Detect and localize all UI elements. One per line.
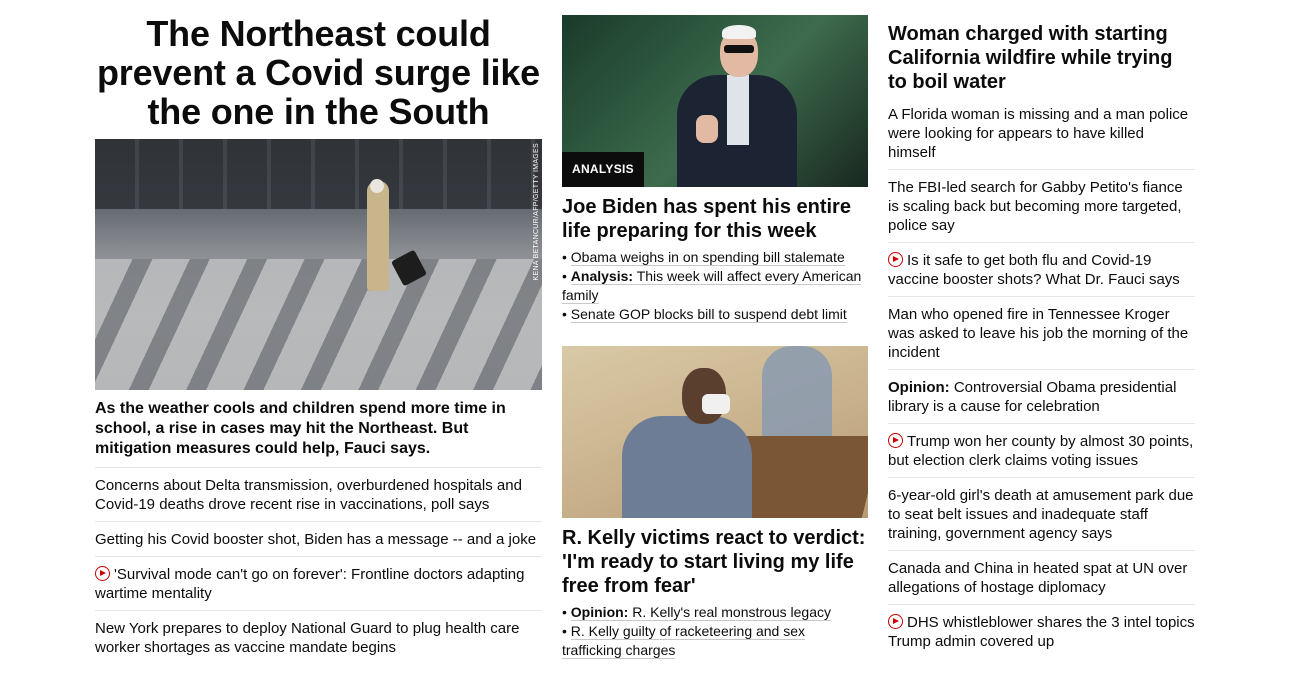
sketch-figure-body bbox=[622, 416, 752, 518]
video-play-icon bbox=[888, 433, 903, 448]
list-item[interactable]: Trump won her county by almost 30 points… bbox=[888, 423, 1195, 477]
item-text: Canada and China in heated spat at UN ov… bbox=[888, 560, 1188, 596]
analysis-badge: ANALYSIS bbox=[562, 152, 644, 187]
item-text: The FBI-led search for Gabby Petito's fi… bbox=[888, 179, 1183, 234]
station-ceiling bbox=[95, 139, 542, 209]
item-prefix: Opinion: bbox=[888, 379, 950, 396]
list-item[interactable]: 6-year-old girl's death at amusement par… bbox=[888, 477, 1195, 550]
list-item[interactable]: A Florida woman is missing and a man pol… bbox=[888, 103, 1195, 169]
lead-description[interactable]: As the weather cools and children spend … bbox=[95, 399, 542, 468]
station-floor bbox=[95, 259, 542, 390]
image-credit: KENA BETANCUR/AFP/GETTY IMAGES bbox=[533, 143, 540, 281]
lead-story-image[interactable]: KENA BETANCUR/AFP/GETTY IMAGES bbox=[95, 139, 542, 390]
figure-shirt bbox=[727, 75, 749, 145]
item-text: New York prepares to deploy National Gua… bbox=[95, 620, 520, 656]
kelly-related-links: • Opinion: R. Kelly's real monstrous leg… bbox=[562, 603, 868, 660]
item-text: Trump won her county by almost 30 points… bbox=[888, 433, 1194, 469]
biden-related-links: • Obama weighs in on spending bill stale… bbox=[562, 248, 868, 324]
link-text: R. Kelly's real monstrous legacy bbox=[632, 604, 831, 620]
traveler-figure bbox=[367, 181, 389, 291]
link-prefix: Opinion: bbox=[570, 604, 629, 620]
related-link[interactable]: • R. Kelly guilty of racketeering and se… bbox=[562, 622, 868, 660]
item-text: 6-year-old girl's death at amusement par… bbox=[888, 487, 1194, 542]
item-text: A Florida woman is missing and a man pol… bbox=[888, 106, 1189, 161]
video-play-icon bbox=[95, 566, 110, 581]
list-item[interactable]: DHS whistleblower shares the 3 intel top… bbox=[888, 604, 1195, 658]
related-link[interactable]: • Senate GOP blocks bill to suspend debt… bbox=[562, 305, 868, 324]
list-item[interactable]: New York prepares to deploy National Gua… bbox=[95, 611, 542, 664]
list-item[interactable]: The FBI-led search for Gabby Petito's fi… bbox=[888, 169, 1195, 242]
item-text: 'Survival mode can't go on forever': Fro… bbox=[95, 566, 525, 602]
kelly-story-image[interactable] bbox=[562, 346, 868, 518]
list-item[interactable]: Is it safe to get both flu and Covid-19 … bbox=[888, 242, 1195, 296]
related-link[interactable]: • Analysis: This week will affect every … bbox=[562, 267, 868, 305]
link-text: Obama weighs in on spending bill stalema… bbox=[570, 249, 845, 266]
video-play-icon bbox=[888, 252, 903, 267]
list-item[interactable]: 'Survival mode can't go on forever': Fro… bbox=[95, 557, 542, 611]
video-play-icon bbox=[888, 614, 903, 629]
list-item[interactable]: Getting his Covid booster shot, Biden ha… bbox=[95, 522, 542, 557]
item-text: Concerns about Delta transmission, overb… bbox=[95, 477, 522, 513]
lead-headline[interactable]: The Northeast could prevent a Covid surg… bbox=[95, 14, 542, 131]
list-item[interactable]: Concerns about Delta transmission, overb… bbox=[95, 468, 542, 522]
top-stories-column: Woman charged with starting California w… bbox=[888, 0, 1195, 658]
list-item[interactable]: Canada and China in heated spat at UN ov… bbox=[888, 550, 1195, 604]
biden-story-image[interactable]: ANALYSIS bbox=[562, 15, 868, 187]
traveler-head bbox=[370, 179, 384, 193]
kelly-story-title[interactable]: R. Kelly victims react to verdict: 'I'm … bbox=[562, 526, 868, 598]
related-link[interactable]: • Opinion: R. Kelly's real monstrous leg… bbox=[562, 603, 868, 622]
sunglasses bbox=[724, 45, 754, 53]
related-link[interactable]: • Obama weighs in on spending bill stale… bbox=[562, 248, 868, 267]
waving-hand bbox=[696, 115, 718, 143]
figure-hair bbox=[722, 25, 756, 39]
link-prefix: Analysis: bbox=[570, 268, 634, 284]
item-text: Is it safe to get both flu and Covid-19 … bbox=[888, 252, 1180, 288]
sketch-face-mask bbox=[702, 394, 730, 414]
biden-story-title[interactable]: Joe Biden has spent his entire life prep… bbox=[562, 195, 868, 243]
lead-story-column: The Northeast could prevent a Covid surg… bbox=[95, 0, 542, 664]
link-text: R. Kelly guilty of racketeering and sex … bbox=[562, 623, 806, 659]
item-text: Man who opened fire in Tennessee Kroger … bbox=[888, 306, 1189, 361]
item-text: DHS whistleblower shares the 3 intel top… bbox=[888, 614, 1195, 650]
wildfire-story-title[interactable]: Woman charged with starting California w… bbox=[888, 22, 1195, 103]
list-item[interactable]: Opinion: Controversial Obama presidentia… bbox=[888, 369, 1195, 423]
link-text: Senate GOP blocks bill to suspend debt l… bbox=[570, 306, 847, 323]
list-item[interactable]: Man who opened fire in Tennessee Kroger … bbox=[888, 296, 1195, 369]
middle-stories-column: ANALYSIS Joe Biden has spent his entire … bbox=[562, 0, 868, 660]
headline-list: A Florida woman is missing and a man pol… bbox=[888, 103, 1195, 658]
lead-related-list: Concerns about Delta transmission, overb… bbox=[95, 468, 542, 664]
item-text: Getting his Covid booster shot, Biden ha… bbox=[95, 531, 537, 548]
